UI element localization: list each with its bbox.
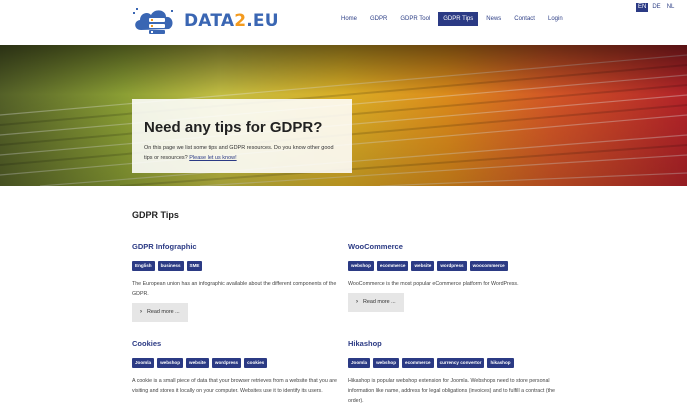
read-more-label: Read more ... bbox=[363, 299, 396, 305]
tip-title[interactable]: WooCommerce bbox=[348, 242, 563, 252]
lang-de[interactable]: DE bbox=[650, 3, 662, 12]
hero-text-body: On this page we list some tips and GDPR … bbox=[144, 145, 334, 161]
tag[interactable]: woocommerce bbox=[469, 261, 508, 271]
logo-wordmark: DATA2.EU bbox=[184, 11, 279, 31]
tip-card-gdpr-infographic: GDPR Infographic English business SME Th… bbox=[132, 242, 347, 322]
tag[interactable]: hikashop bbox=[487, 358, 514, 368]
tip-title[interactable]: Hikashop bbox=[348, 339, 563, 349]
tip-description: Hikashop is popular webshop extension fo… bbox=[348, 377, 555, 404]
section-title: GDPR Tips bbox=[132, 210, 179, 220]
tag[interactable]: Joomla bbox=[348, 358, 371, 368]
tip-description: The European union has an infographic av… bbox=[132, 280, 337, 297]
main-nav: Home GDPR GDPR Tool GDPR Tips News Conta… bbox=[336, 12, 568, 26]
tag[interactable]: English bbox=[132, 261, 155, 271]
lang-nl[interactable]: NL bbox=[665, 3, 677, 12]
tip-card-hikashop: Hikashop Joomla webshop ecommerce curren… bbox=[348, 339, 563, 406]
tag[interactable]: business bbox=[157, 261, 184, 271]
tip-card-woocommerce: WooCommerce webshop ecommerce website wo… bbox=[348, 242, 563, 312]
tag[interactable]: webshop bbox=[348, 261, 374, 271]
tag[interactable]: Joomla bbox=[132, 358, 155, 368]
tag[interactable]: ecommerce bbox=[376, 261, 409, 271]
tag-list: webshop ecommerce website wordpress wooc… bbox=[348, 261, 563, 271]
read-more-button[interactable]: › Read more ... bbox=[348, 292, 404, 312]
tag[interactable]: website bbox=[186, 358, 209, 368]
tip-title[interactable]: GDPR Infographic bbox=[132, 242, 347, 252]
hero-banner: Need any tips for GDPR? On this page we … bbox=[0, 45, 687, 186]
tag[interactable]: cookies bbox=[244, 358, 268, 368]
tip-card-cookies: Cookies Joomla webshop website wordpress… bbox=[132, 339, 347, 396]
nav-home[interactable]: Home bbox=[336, 12, 362, 26]
tag-list: Joomla webshop ecommerce currency conver… bbox=[348, 358, 563, 368]
tag-list: English business SME bbox=[132, 261, 347, 271]
nav-login[interactable]: Login bbox=[543, 12, 568, 26]
tag[interactable]: wordpress bbox=[211, 358, 242, 368]
hero-title: Need any tips for GDPR? bbox=[144, 119, 323, 136]
tip-title[interactable]: Cookies bbox=[132, 339, 347, 349]
tag-list: Joomla webshop website wordpress cookies bbox=[132, 358, 347, 368]
tag[interactable]: webshop bbox=[157, 358, 184, 368]
tag[interactable]: website bbox=[411, 261, 435, 271]
tag[interactable]: currency convertor bbox=[436, 358, 485, 368]
contact-link[interactable]: Please let us know! bbox=[189, 155, 236, 161]
read-more-button[interactable]: › Read more ... bbox=[132, 302, 188, 322]
language-switcher: EN DE NL bbox=[636, 3, 676, 12]
nav-gdpr-tips[interactable]: GDPR Tips bbox=[438, 12, 479, 26]
hero-text: On this page we list some tips and GDPR … bbox=[144, 143, 340, 163]
nav-gdpr-tool[interactable]: GDPR Tool bbox=[395, 12, 435, 26]
hero-card: Need any tips for GDPR? On this page we … bbox=[132, 99, 352, 173]
lang-en[interactable]: EN bbox=[636, 3, 649, 12]
tag[interactable]: ecommerce bbox=[402, 358, 434, 368]
site-header: DATA2.EU Home GDPR GDPR Tool GDPR Tips N… bbox=[0, 0, 687, 45]
site-logo[interactable]: DATA2.EU bbox=[131, 4, 279, 38]
logo-text-two: 2 bbox=[234, 11, 247, 31]
tag[interactable]: webshop bbox=[373, 358, 400, 368]
logo-text-data: DATA bbox=[184, 11, 235, 31]
nav-contact[interactable]: Contact bbox=[509, 12, 540, 26]
read-more-label: Read more ... bbox=[147, 309, 180, 315]
tag[interactable]: SME bbox=[186, 261, 203, 271]
nav-gdpr[interactable]: GDPR bbox=[365, 12, 392, 26]
tag[interactable]: wordpress bbox=[437, 261, 467, 271]
cloud-database-icon bbox=[133, 8, 173, 34]
chevron-right-icon: › bbox=[356, 299, 358, 305]
chevron-right-icon: › bbox=[140, 309, 142, 315]
logo-text-eu: .EU bbox=[246, 11, 279, 31]
nav-news[interactable]: News bbox=[481, 12, 506, 26]
tip-description: A cookie is a small piece of data that y… bbox=[132, 377, 337, 394]
tip-description: WooCommerce is the most popular eCommerc… bbox=[348, 280, 519, 287]
